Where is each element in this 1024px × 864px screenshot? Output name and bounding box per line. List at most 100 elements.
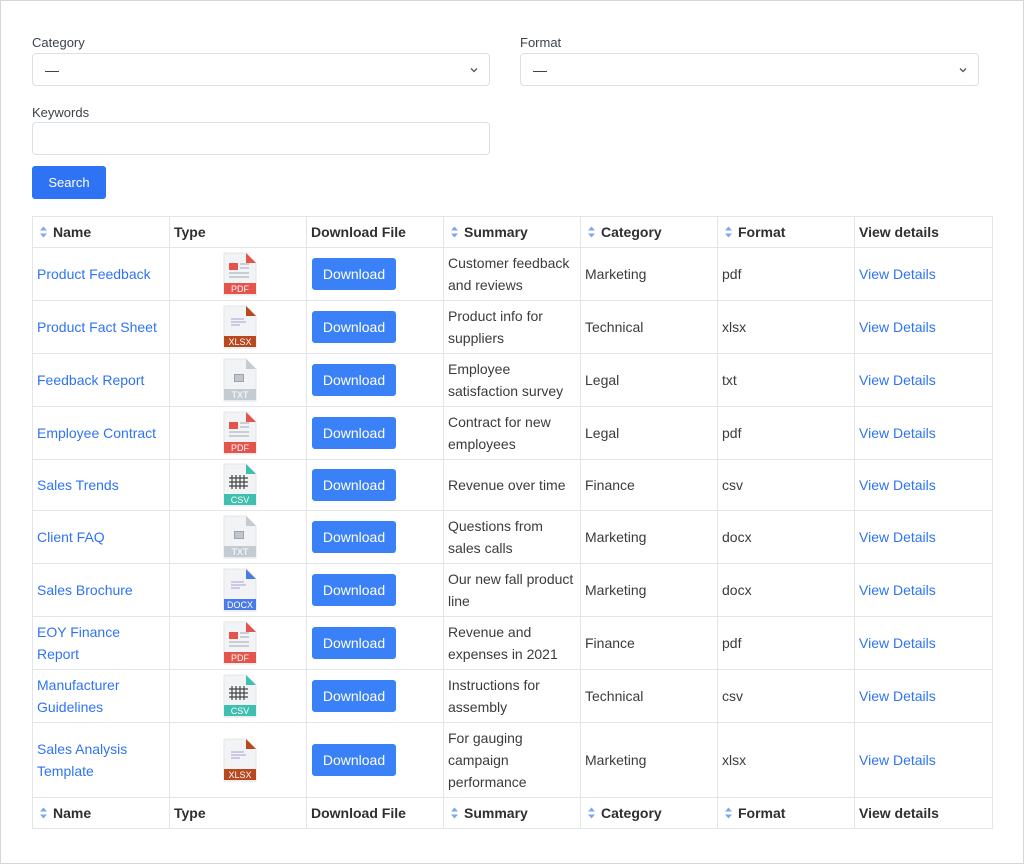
cell-view: View Details (854, 300, 993, 354)
download-button[interactable]: Download (312, 574, 396, 606)
table-row: Sales Brochure DOCX Download Our new fall p… (32, 563, 993, 617)
file-name-link[interactable]: Manufacturer Guidelines (37, 677, 119, 715)
cell-summary: Instructions for assembly (443, 669, 581, 723)
file-pdf-icon: PDF (223, 621, 257, 665)
cell-download: Download (306, 722, 444, 798)
file-name-link[interactable]: Feedback Report (37, 372, 144, 388)
search-button[interactable]: Search (32, 166, 106, 199)
header-name[interactable]: Name (32, 216, 170, 248)
cell-category: Finance (580, 459, 718, 511)
file-csv-icon: CSV (223, 674, 257, 718)
cell-category: Finance (580, 616, 718, 670)
cell-summary: Revenue over time (443, 459, 581, 511)
download-button[interactable]: Download (312, 311, 396, 343)
header-summary-label: Summary (464, 224, 528, 240)
view-details-link[interactable]: View Details (859, 477, 936, 493)
cell-type: XLSX (169, 722, 307, 798)
download-button[interactable]: Download (312, 744, 396, 776)
cell-download: Download (306, 353, 444, 407)
cell-format: pdf (717, 406, 855, 460)
cell-category: Legal (580, 353, 718, 407)
cell-view: View Details (854, 669, 993, 723)
view-details-link[interactable]: View Details (859, 582, 936, 598)
svg-text:CSV: CSV (231, 706, 250, 716)
footer-name[interactable]: Name (32, 797, 170, 829)
cell-summary: Questions from sales calls (443, 510, 581, 564)
download-button[interactable]: Download (312, 627, 396, 659)
cell-category: Technical (580, 300, 718, 354)
cell-summary: Product info for suppliers (443, 300, 581, 354)
cell-format: docx (717, 563, 855, 617)
cell-name: Client FAQ (32, 510, 170, 564)
footer-summary[interactable]: Summary (443, 797, 581, 829)
download-button[interactable]: Download (312, 364, 396, 396)
cell-format: docx (717, 510, 855, 564)
view-details-link[interactable]: View Details (859, 529, 936, 545)
sort-icon (40, 226, 47, 238)
view-details-link[interactable]: View Details (859, 635, 936, 651)
file-txt-icon: TXT (223, 358, 257, 402)
file-name-link[interactable]: EOY Finance Report (37, 624, 120, 662)
cell-download: Download (306, 459, 444, 511)
view-details-link[interactable]: View Details (859, 319, 936, 335)
table-row: Manufacturer Guidelines CSV Download Instru… (32, 669, 993, 723)
cell-category: Marketing (580, 563, 718, 617)
cell-format: xlsx (717, 300, 855, 354)
view-details-link[interactable]: View Details (859, 425, 936, 441)
download-button[interactable]: Download (312, 258, 396, 290)
download-button[interactable]: Download (312, 521, 396, 553)
svg-text:DOCX: DOCX (227, 600, 253, 610)
file-name-link[interactable]: Employee Contract (37, 425, 156, 441)
sort-icon (725, 807, 732, 819)
svg-text:PDF: PDF (231, 653, 250, 663)
cell-format: txt (717, 353, 855, 407)
file-name-link[interactable]: Sales Brochure (37, 582, 133, 598)
table-row: Sales Analysis Template XLSX Download For g… (32, 722, 993, 798)
file-name-link[interactable]: Product Fact Sheet (37, 319, 157, 335)
cell-download: Download (306, 616, 444, 670)
file-txt-icon: TXT (223, 515, 257, 559)
footer-category-label: Category (601, 805, 662, 821)
cell-name: EOY Finance Report (32, 616, 170, 670)
file-name-link[interactable]: Sales Analysis Template (37, 741, 127, 779)
footer-category[interactable]: Category (580, 797, 718, 829)
cell-category: Marketing (580, 722, 718, 798)
file-xlsx-icon: XLSX (223, 305, 257, 349)
download-button[interactable]: Download (312, 680, 396, 712)
cell-view: View Details (854, 510, 993, 564)
cell-view: View Details (854, 722, 993, 798)
header-format[interactable]: Format (717, 216, 855, 248)
download-button[interactable]: Download (312, 417, 396, 449)
view-details-link[interactable]: View Details (859, 266, 936, 282)
header-category[interactable]: Category (580, 216, 718, 248)
header-summary[interactable]: Summary (443, 216, 581, 248)
cell-type: PDF (169, 406, 307, 460)
cell-type: XLSX (169, 300, 307, 354)
table-row: Sales Trends CSV Download Revenue over time… (32, 459, 993, 511)
cell-view: View Details (854, 459, 993, 511)
keywords-label: Keywords (32, 105, 90, 120)
file-name-link[interactable]: Sales Trends (37, 477, 119, 493)
view-details-link[interactable]: View Details (859, 752, 936, 768)
svg-text:PDF: PDF (231, 284, 250, 294)
footer-format-label: Format (738, 805, 786, 821)
cell-name: Product Fact Sheet (32, 300, 170, 354)
file-name-link[interactable]: Client FAQ (37, 529, 105, 545)
view-details-link[interactable]: View Details (859, 372, 936, 388)
format-select[interactable]: — (520, 53, 979, 86)
table-footer-row: Name Type Download File Summary Category… (32, 797, 993, 829)
cell-view: View Details (854, 563, 993, 617)
cell-type: TXT (169, 353, 307, 407)
file-name-link[interactable]: Product Feedback (37, 266, 151, 282)
svg-text:XLSX: XLSX (228, 770, 251, 780)
header-type: Type (169, 216, 307, 248)
table-row: Feedback Report TXT Download Employee satis… (32, 353, 993, 407)
view-details-link[interactable]: View Details (859, 688, 936, 704)
footer-format[interactable]: Format (717, 797, 855, 829)
svg-text:CSV: CSV (231, 495, 250, 505)
footer-summary-label: Summary (464, 805, 528, 821)
download-button[interactable]: Download (312, 469, 396, 501)
header-category-label: Category (601, 224, 662, 240)
keywords-input[interactable] (32, 122, 490, 155)
category-select[interactable]: — (32, 53, 490, 86)
